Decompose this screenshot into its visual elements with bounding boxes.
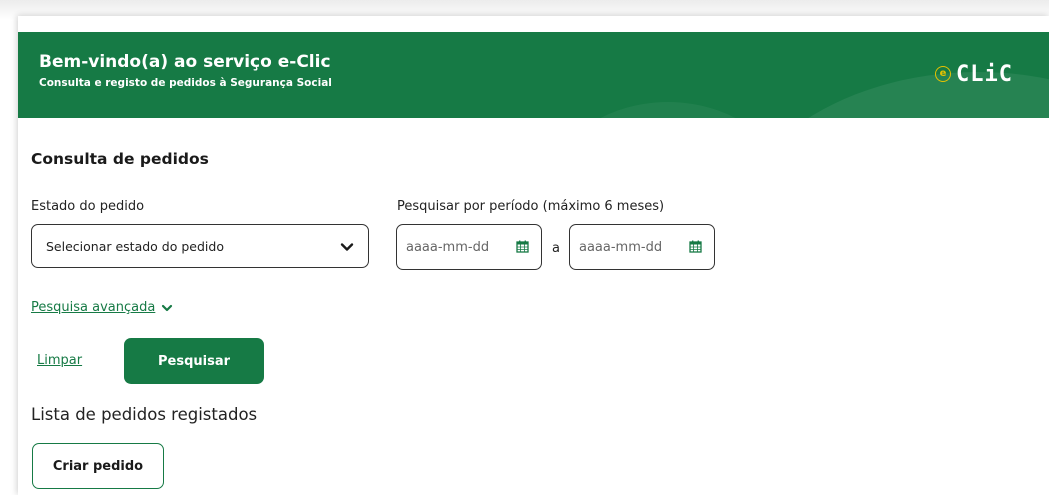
- search-button[interactable]: Pesquisar: [124, 338, 264, 384]
- banner-title: Bem-vindo(a) ao serviço e-Clic: [39, 52, 331, 72]
- chevron-down-icon: [340, 243, 354, 251]
- welcome-banner: Bem-vindo(a) ao serviço e-Clic Consulta …: [18, 32, 1049, 118]
- logo-text: CLiC: [956, 61, 1013, 87]
- banner-decoration: [538, 102, 798, 118]
- banner-subtitle: Consulta e registo de pedidos à Seguranç…: [39, 77, 332, 89]
- status-select[interactable]: Selecionar estado do pedido: [31, 224, 369, 268]
- logo-e-mark: e: [935, 66, 952, 82]
- section-title-consulta: Consulta de pedidos: [31, 150, 209, 168]
- date-to-placeholder: aaaa-mm-dd: [579, 239, 663, 255]
- list-title: Lista de pedidos registados: [31, 405, 258, 424]
- date-separator: a: [552, 241, 560, 256]
- status-label: Estado do pedido: [31, 199, 145, 214]
- eclic-logo: e CLiC: [935, 59, 1013, 89]
- create-request-button[interactable]: Criar pedido: [32, 443, 164, 489]
- chevron-down-icon: [162, 304, 173, 311]
- status-select-value: Selecionar estado do pedido: [46, 238, 224, 254]
- advanced-search-label: Pesquisa avançada: [31, 300, 156, 315]
- date-to-input[interactable]: aaaa-mm-dd: [569, 224, 715, 270]
- advanced-search-link[interactable]: Pesquisa avançada: [31, 300, 173, 315]
- calendar-icon[interactable]: [516, 240, 529, 253]
- date-from-placeholder: aaaa-mm-dd: [406, 239, 490, 255]
- main-panel: Bem-vindo(a) ao serviço e-Clic Consulta …: [18, 16, 1049, 495]
- period-label: Pesquisar por período (máximo 6 meses): [397, 199, 665, 214]
- date-from-input[interactable]: aaaa-mm-dd: [396, 224, 542, 270]
- clear-link[interactable]: Limpar: [37, 353, 82, 368]
- calendar-icon[interactable]: [689, 240, 702, 253]
